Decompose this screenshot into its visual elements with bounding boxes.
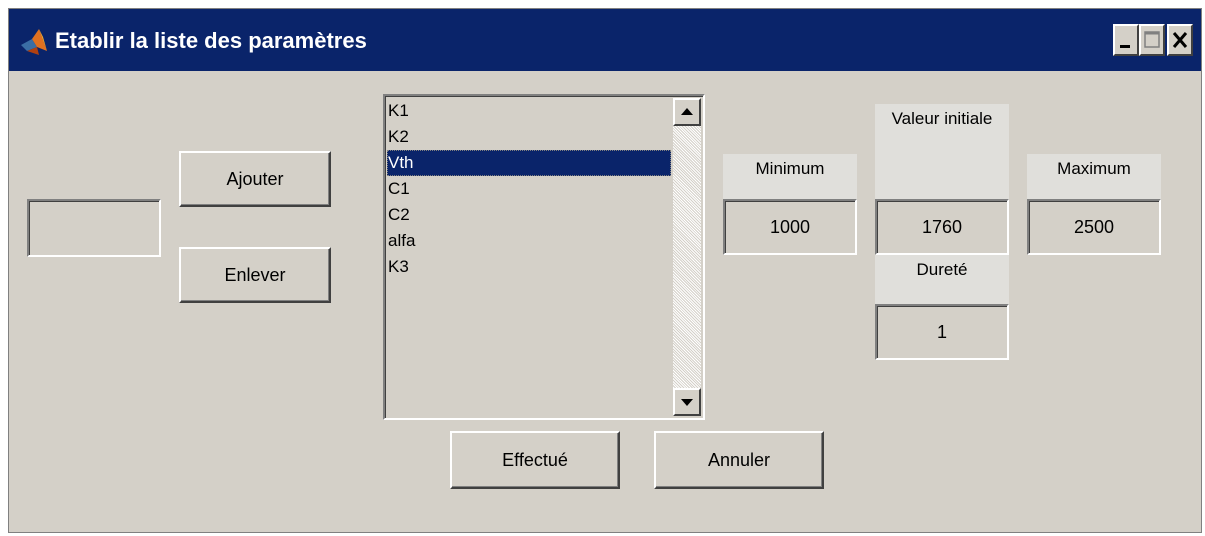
minimum-label: Minimum [723,154,857,200]
cancel-button[interactable]: Annuler [654,431,824,489]
hardness-value: 1 [936,321,947,342]
maximum-field[interactable]: 2500 [1027,199,1161,255]
done-button[interactable]: Effectué [450,431,620,489]
maximize-button[interactable] [1139,24,1165,56]
add-button[interactable]: Ajouter [179,151,331,207]
minimize-button[interactable] [1113,24,1139,56]
parameter-list-items: K1 K2 Vth C1 C2 alfa K3 [387,98,671,280]
initial-value: 1760 [921,216,963,237]
window-title: Etablir la liste des paramètres [55,28,367,53]
maximum-value: 2500 [1073,216,1115,237]
list-item[interactable]: C2 [387,202,671,228]
maximize-icon [1144,31,1160,48]
parameter-listbox[interactable]: K1 K2 Vth C1 C2 alfa K3 [383,94,705,420]
list-item[interactable]: K1 [387,98,671,124]
list-item[interactable]: C1 [387,176,671,202]
list-scrollbar[interactable] [673,98,701,416]
hardness-label: Dureté [875,255,1009,305]
initial-value-label: Valeur initiale [875,104,1009,200]
list-item[interactable]: K3 [387,254,671,280]
list-item[interactable]: alfa [387,228,671,254]
list-item[interactable]: K2 [387,124,671,150]
close-button[interactable] [1167,24,1193,56]
matlab-logo-icon [21,29,47,55]
minimum-field[interactable]: 1000 [723,199,857,255]
maximum-label: Maximum [1027,154,1161,200]
scroll-down-button[interactable] [673,388,701,416]
initial-value-field[interactable]: 1760 [875,199,1009,255]
scroll-up-arrow-icon [681,108,693,115]
parameter-dialog-window: Etablir la liste des paramètres Ajouter … [8,8,1202,533]
scroll-up-button[interactable] [673,98,701,126]
remove-button[interactable]: Enlever [179,247,331,303]
minimize-icon [1120,45,1130,48]
close-icon [1172,32,1188,48]
list-item[interactable]: Vth [387,150,671,176]
scroll-down-arrow-icon [681,399,693,406]
hardness-field[interactable]: 1 [875,304,1009,360]
title-bar[interactable]: Etablir la liste des paramètres [9,9,1201,71]
parameter-name-input[interactable] [27,199,161,257]
minimum-value: 1000 [769,216,811,237]
